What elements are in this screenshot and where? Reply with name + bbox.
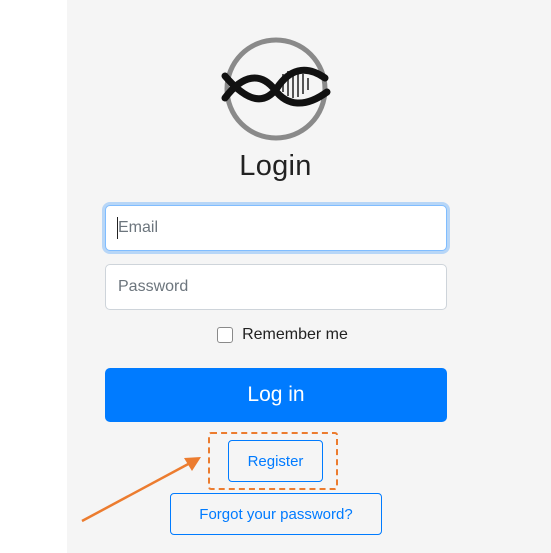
login-page: Login Remember me Log in Register Forgot… — [0, 0, 551, 553]
page-title: Login — [239, 150, 312, 182]
login-button[interactable]: Log in — [105, 368, 447, 422]
password-field[interactable] — [105, 264, 447, 310]
forgot-password-button[interactable]: Forgot your password? — [170, 493, 382, 535]
register-button[interactable]: Register — [228, 440, 323, 482]
remember-me-label[interactable]: Remember me — [242, 326, 348, 344]
dna-helix-logo-icon — [221, 37, 331, 141]
remember-me-row: Remember me — [0, 326, 551, 344]
text-cursor — [117, 217, 118, 239]
remember-me-checkbox[interactable] — [217, 327, 234, 343]
email-field[interactable] — [105, 205, 447, 251]
